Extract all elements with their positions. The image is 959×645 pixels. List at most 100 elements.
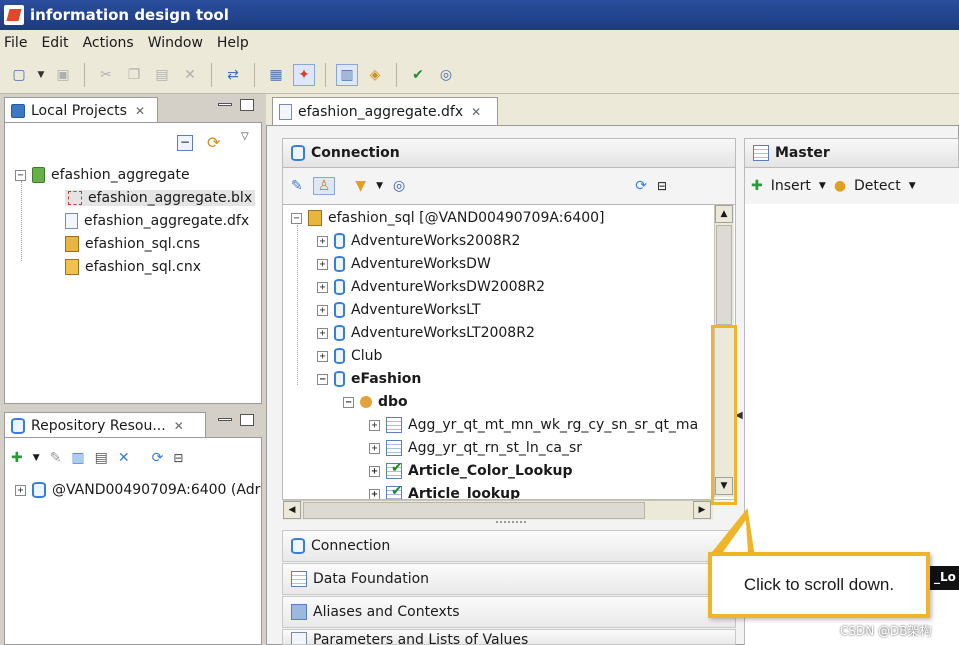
expand-icon[interactable]: + bbox=[317, 350, 328, 362]
add-icon[interactable]: ✚ bbox=[11, 450, 23, 466]
maximize-icon[interactable] bbox=[240, 414, 254, 426]
design-perspective-icon[interactable]: ✦ bbox=[293, 63, 315, 86]
tree-database[interactable]: + AdventureWorks2008R2 bbox=[317, 233, 520, 249]
expand-icon[interactable]: + bbox=[317, 235, 328, 247]
tree-file-blx[interactable]: efashion_aggregate.blx bbox=[65, 190, 256, 206]
tab-repository-resources[interactable]: Repository Resou... ✕ bbox=[4, 412, 206, 438]
filter-icon[interactable]: ▼ bbox=[355, 178, 366, 194]
edit-connection-icon[interactable]: ✎ bbox=[291, 178, 303, 194]
view-menu-icon[interactable]: ▽ bbox=[241, 131, 249, 142]
edit-icon[interactable]: ✎ bbox=[50, 450, 62, 466]
repository-server[interactable]: + @VAND00490709A:6400 (Adr bbox=[15, 482, 260, 498]
tree-database[interactable]: + AdventureWorksDW2008R2 bbox=[317, 279, 545, 295]
collapse-icon[interactable]: − bbox=[291, 212, 302, 224]
scroll-right-icon[interactable]: ▶ bbox=[693, 501, 711, 519]
tree-database[interactable]: + AdventureWorksDW bbox=[317, 256, 491, 272]
scroll-thumb[interactable] bbox=[716, 225, 732, 325]
sash-handle[interactable] bbox=[496, 521, 526, 525]
collapse-all-icon[interactable]: ⊟ bbox=[657, 179, 667, 193]
close-icon[interactable]: ✕ bbox=[135, 104, 145, 118]
menu-edit[interactable]: Edit bbox=[41, 35, 68, 51]
detect-icon[interactable]: ● bbox=[834, 178, 846, 194]
layer-icon[interactable]: ▥ bbox=[336, 63, 358, 86]
binoculars-icon[interactable]: ◎ bbox=[435, 64, 457, 86]
expand-icon[interactable]: + bbox=[317, 258, 328, 270]
paste-icon[interactable]: ▤ bbox=[151, 64, 173, 86]
dropdown-arrow-icon[interactable]: ▼ bbox=[376, 181, 383, 191]
new-file-icon[interactable]: ▢ bbox=[8, 64, 30, 86]
tree-file-cns[interactable]: efashion_sql.cns bbox=[65, 236, 200, 252]
tree-schema-dbo[interactable]: − dbo bbox=[343, 394, 408, 410]
tree-root-connection[interactable]: − efashion_sql [@VAND00490709A:6400] bbox=[291, 210, 605, 226]
tree-file-dfx[interactable]: efashion_aggregate.dfx bbox=[65, 213, 249, 229]
horizontal-scrollbar[interactable]: ◀ ▶ bbox=[283, 500, 713, 520]
tab-editor-dfx[interactable]: efashion_aggregate.dfx ✕ bbox=[272, 97, 498, 125]
dropdown-arrow-icon[interactable]: ▼ bbox=[33, 453, 40, 463]
menu-actions[interactable]: Actions bbox=[83, 35, 134, 51]
accordion-parameters[interactable]: Parameters and Lists of Values bbox=[282, 629, 736, 645]
tree-database[interactable]: + AdventureWorksLT bbox=[317, 302, 481, 318]
insert-button[interactable]: Insert bbox=[771, 178, 811, 194]
expand-all-icon[interactable]: ⊟ bbox=[173, 451, 183, 465]
collapse-icon[interactable]: − bbox=[343, 396, 354, 408]
dropdown-arrow-icon[interactable]: ▼ bbox=[909, 181, 916, 191]
tree-file-cnx[interactable]: efashion_sql.cnx bbox=[65, 259, 201, 275]
disconnect-icon[interactable]: ✕ bbox=[118, 450, 130, 466]
minimize-icon[interactable] bbox=[218, 103, 232, 106]
show-owner-icon[interactable]: ♙ bbox=[312, 177, 336, 195]
maximize-icon[interactable] bbox=[240, 99, 254, 111]
tab-local-projects[interactable]: Local Projects ✕ bbox=[4, 97, 158, 123]
collapse-all-icon[interactable]: − bbox=[177, 135, 193, 151]
scroll-left-icon[interactable]: ◀ bbox=[283, 501, 301, 519]
accordion-connection[interactable]: Connection bbox=[282, 530, 736, 562]
tree-project[interactable]: − efashion_aggregate bbox=[15, 167, 190, 183]
detect-button[interactable]: Detect bbox=[854, 178, 901, 194]
menu-help[interactable]: Help bbox=[217, 35, 249, 51]
copy-icon[interactable]: ❐ bbox=[123, 64, 145, 86]
expand-icon[interactable]: + bbox=[317, 327, 328, 339]
sync-icon[interactable]: ⟳ bbox=[207, 133, 220, 152]
scroll-thumb[interactable] bbox=[303, 502, 645, 519]
local-projects-panel: − ⟳ ▽ − efashion_aggregate efashion_aggr… bbox=[4, 122, 262, 404]
expand-icon[interactable]: + bbox=[369, 419, 380, 431]
database-icon bbox=[334, 233, 345, 249]
tree-table-inserted[interactable]: + Article_Color_Lookup bbox=[369, 460, 573, 479]
clipboard-icon[interactable]: ▤ bbox=[95, 450, 108, 466]
collapse-icon[interactable]: − bbox=[317, 373, 328, 385]
cut-icon[interactable]: ✂ bbox=[95, 64, 117, 86]
binoculars-icon[interactable]: ◎ bbox=[393, 178, 405, 194]
accordion-data-foundation[interactable]: Data Foundation bbox=[282, 563, 736, 595]
dropdown-arrow-icon[interactable]: ▼ bbox=[819, 181, 826, 191]
delete-icon[interactable]: ✕ bbox=[179, 64, 201, 86]
refresh-icon[interactable]: ⟳ bbox=[152, 450, 164, 466]
expand-icon[interactable]: + bbox=[369, 465, 380, 477]
refresh-icon[interactable]: ⟳ bbox=[635, 178, 647, 194]
tree-table[interactable]: + Agg_yr_qt_mt_mn_wk_rg_cy_sn_sr_qt_ma bbox=[369, 417, 698, 433]
expand-icon[interactable]: + bbox=[369, 442, 380, 454]
expand-icon[interactable]: + bbox=[317, 304, 328, 316]
scroll-up-icon[interactable]: ▲ bbox=[715, 205, 733, 223]
tree-table-inserted[interactable]: + Article_lookup bbox=[369, 483, 520, 499]
query-icon[interactable]: ◈ bbox=[364, 64, 386, 86]
collapse-icon[interactable]: − bbox=[15, 169, 26, 181]
insert-session-icon[interactable]: ▥ bbox=[71, 450, 84, 466]
tree-database[interactable]: + Club bbox=[317, 348, 382, 364]
menu-window[interactable]: Window bbox=[148, 35, 203, 51]
accordion-aliases[interactable]: Aliases and Contexts bbox=[282, 596, 736, 628]
link-icon[interactable]: ⇄ bbox=[222, 64, 244, 86]
menu-file[interactable]: File bbox=[4, 35, 27, 51]
dropdown-arrow-icon[interactable]: ▼ bbox=[36, 64, 46, 86]
expand-icon[interactable]: + bbox=[369, 488, 380, 499]
check-integrity-icon[interactable]: ✔ bbox=[407, 64, 429, 86]
close-icon[interactable]: ✕ bbox=[471, 105, 481, 119]
tree-database-efashion[interactable]: − eFashion bbox=[317, 371, 421, 387]
minimize-icon[interactable] bbox=[218, 418, 232, 421]
save-icon[interactable]: ▣ bbox=[52, 64, 74, 86]
insert-icon[interactable]: ✚ bbox=[751, 178, 763, 194]
expand-icon[interactable]: + bbox=[317, 281, 328, 293]
close-icon[interactable]: ✕ bbox=[174, 419, 184, 433]
tree-database[interactable]: + AdventureWorksLT2008R2 bbox=[317, 325, 535, 341]
expand-icon[interactable]: + bbox=[15, 484, 26, 496]
tree-table[interactable]: + Agg_yr_qt_rn_st_ln_ca_sr bbox=[369, 440, 582, 456]
perspective-icon[interactable]: ▦ bbox=[265, 64, 287, 86]
